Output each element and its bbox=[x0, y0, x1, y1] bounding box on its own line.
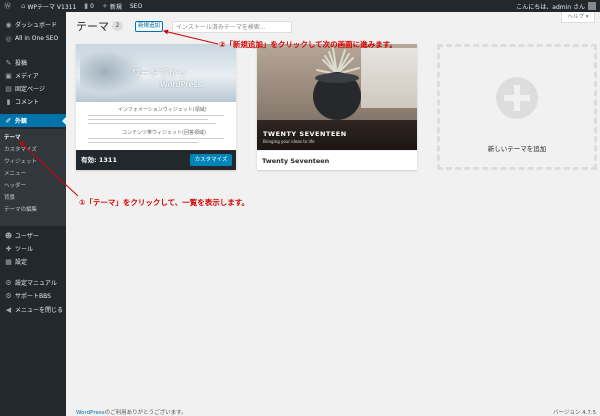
annotation-note-2: ②「新規追加」をクリックして次の画面に進みます。 bbox=[219, 40, 397, 49]
arrow-to-themes bbox=[19, 141, 79, 197]
arrow-to-add-new bbox=[163, 29, 219, 45]
footer-thanks: WordPressのご利用ありがとうございます。 bbox=[76, 410, 187, 416]
wordpress-link[interactable]: WordPress bbox=[76, 410, 105, 416]
annotation-note-1: ①「テーマ」をクリックして、一覧を表示します。 bbox=[79, 198, 249, 207]
footer-version: バージョン 4.7.5 bbox=[553, 410, 597, 416]
annotation-arrows bbox=[19, 29, 219, 197]
